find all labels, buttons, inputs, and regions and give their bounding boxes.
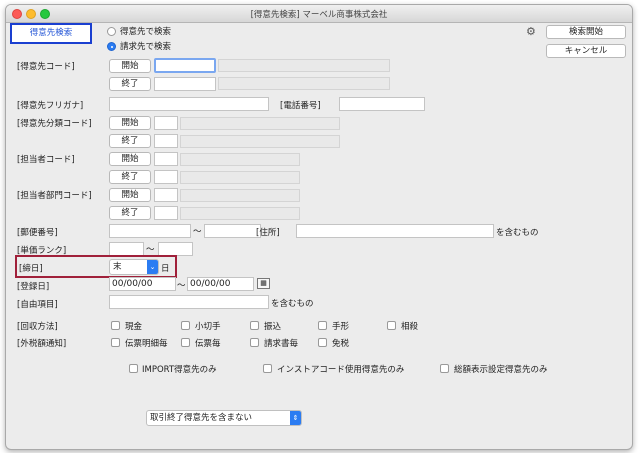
closing-day-suffix: 日 <box>161 264 170 274</box>
phone-label: [電話番号] <box>280 101 321 111</box>
dept-code-start-input[interactable] <box>154 188 178 202</box>
postal-label: [郵便番号] <box>17 228 58 238</box>
instore-only-checkbox[interactable] <box>263 364 272 373</box>
collection-transfer-label: 振込 <box>264 322 282 332</box>
phone-input[interactable] <box>339 97 425 111</box>
category-code-end-input[interactable] <box>154 134 178 148</box>
free-item-contains-label: を含むもの <box>271 299 314 309</box>
title-bar: [得意先検索] マーベル商事株式会社 <box>6 5 632 23</box>
staff-code-start-input[interactable] <box>154 152 178 166</box>
category-code-start-input[interactable] <box>154 116 178 130</box>
dept-code-start-name <box>180 189 300 202</box>
category-code-end-name <box>180 135 340 148</box>
staff-code-label: [担当者コード] <box>17 155 75 165</box>
collection-offset-checkbox[interactable] <box>387 321 396 330</box>
instore-only-label: インストアコード使用得意先のみ <box>277 365 405 375</box>
tab-customer-search[interactable]: 得意先検索 <box>10 23 92 44</box>
tax-slip-label: 伝票毎 <box>195 339 221 349</box>
gear-icon[interactable]: ⚙ <box>526 25 536 38</box>
free-item-input[interactable] <box>109 295 269 309</box>
category-code-end-button[interactable]: 終了 <box>109 134 151 148</box>
customer-kana-label: [得意先フリガナ] <box>17 101 84 111</box>
staff-code-end-input[interactable] <box>154 170 178 184</box>
customer-code-end-input[interactable] <box>154 77 216 91</box>
tax-detail-checkbox[interactable] <box>111 338 120 347</box>
total-display-only-checkbox[interactable] <box>440 364 449 373</box>
category-code-start-name <box>180 117 340 130</box>
collection-cash-checkbox[interactable] <box>111 321 120 330</box>
price-rank-tilde: 〜 <box>146 245 155 255</box>
collection-check-label: 小切手 <box>195 322 221 332</box>
closing-day-label: [締日] <box>19 264 43 274</box>
dept-code-end-name <box>180 207 300 220</box>
customer-code-start-button[interactable]: 開始 <box>109 59 151 73</box>
search-start-button[interactable]: 検索開始 <box>546 25 626 39</box>
radio-search-customer-label: 得意先で検索 <box>120 27 172 37</box>
tax-invoice-label: 請求書毎 <box>264 339 299 349</box>
calendar-icon[interactable]: ▦ <box>257 278 270 289</box>
tax-slip-checkbox[interactable] <box>181 338 190 347</box>
chevron-up-down-icon: ⇕ <box>290 411 301 425</box>
address-label: [住所] <box>256 228 280 238</box>
category-code-start-button[interactable]: 開始 <box>109 116 151 130</box>
staff-code-end-name <box>180 171 300 184</box>
address-input[interactable] <box>296 224 494 238</box>
category-code-label: [得意先分類コード] <box>17 119 92 129</box>
customer-code-label: [得意先コード] <box>17 62 75 72</box>
total-display-only-label: 総額表示設定得意先のみ <box>454 365 548 375</box>
dept-code-end-button[interactable]: 終了 <box>109 206 151 220</box>
postal-tilde: 〜 <box>193 227 202 237</box>
window-title: [得意先検索] マーベル商事株式会社 <box>250 10 388 20</box>
closed-accounts-select[interactable]: 取引終了得意先を含まない ⇕ <box>146 410 302 426</box>
collection-check-checkbox[interactable] <box>181 321 190 330</box>
customer-code-start-input[interactable] <box>154 58 216 73</box>
radio-search-customer[interactable] <box>107 27 116 36</box>
closed-accounts-value: 取引終了得意先を含まない <box>150 413 253 423</box>
customer-code-start-name <box>218 59 390 72</box>
staff-code-end-button[interactable]: 終了 <box>109 170 151 184</box>
tax-exempt-label: 免税 <box>332 339 350 349</box>
price-rank-from-input[interactable] <box>109 242 144 256</box>
collection-cash-label: 現金 <box>125 322 143 332</box>
search-window: [得意先検索] マーベル商事株式会社 得意先検索 得意先で検索 請求先で検索 ⚙… <box>5 4 633 450</box>
cancel-button[interactable]: キャンセル <box>546 44 626 58</box>
customer-code-end-button[interactable]: 終了 <box>109 77 151 91</box>
dept-code-end-input[interactable] <box>154 206 178 220</box>
staff-code-start-button[interactable]: 開始 <box>109 152 151 166</box>
dept-code-label: [担当者部門コード] <box>17 191 92 201</box>
address-contains-label: を含むもの <box>496 228 539 238</box>
tax-detail-label: 伝票明細毎 <box>125 339 168 349</box>
price-rank-to-input[interactable] <box>158 242 193 256</box>
dept-code-start-button[interactable]: 開始 <box>109 188 151 202</box>
free-item-label: [自由項目] <box>17 300 58 310</box>
reg-date-to-input[interactable]: 00/00/00 <box>187 277 254 291</box>
tab-label: 得意先検索 <box>29 28 73 38</box>
tax-exempt-checkbox[interactable] <box>318 338 327 347</box>
postal-to-input[interactable] <box>204 224 261 238</box>
reg-date-tilde: 〜 <box>177 281 186 291</box>
reg-date-label: [登録日] <box>17 282 50 292</box>
closing-day-value: 末 <box>113 262 122 272</box>
customer-code-end-name <box>218 77 390 90</box>
collection-bill-checkbox[interactable] <box>318 321 327 330</box>
collection-offset-label: 相殺 <box>401 322 419 332</box>
radio-search-billing-label: 請求先で検索 <box>120 42 172 52</box>
collection-transfer-checkbox[interactable] <box>250 321 259 330</box>
postal-from-input[interactable] <box>109 224 191 238</box>
tax-notice-label: [外税額通知] <box>17 339 67 349</box>
chevron-down-icon: ⌄ <box>147 260 158 274</box>
staff-code-start-name <box>180 153 300 166</box>
collection-bill-label: 手形 <box>332 322 350 332</box>
import-only-checkbox[interactable] <box>129 364 138 373</box>
closing-day-select[interactable]: 末 ⌄ <box>109 259 159 275</box>
reg-date-from-input[interactable]: 00/00/00 <box>109 277 176 291</box>
collection-label: [回収方法] <box>17 322 58 332</box>
radio-search-billing[interactable] <box>107 42 116 51</box>
tax-invoice-checkbox[interactable] <box>250 338 259 347</box>
import-only-label: IMPORT得意先のみ <box>142 365 217 375</box>
customer-kana-input[interactable] <box>109 97 269 111</box>
